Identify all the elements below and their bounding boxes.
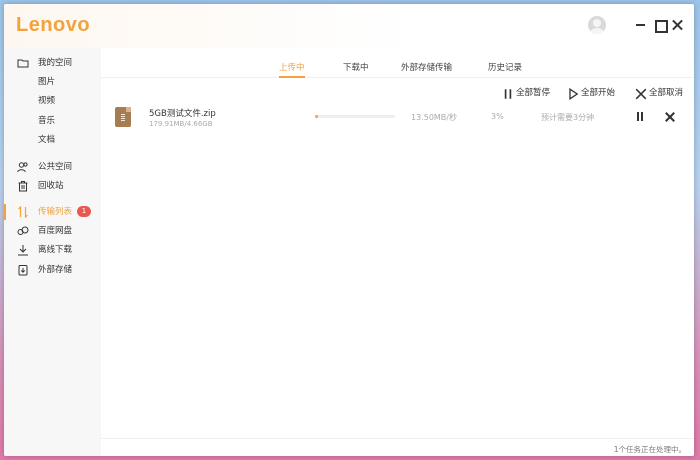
pause-transfer-button[interactable] xyxy=(634,111,646,123)
download-icon xyxy=(17,244,29,256)
start-all-button[interactable]: 全部开始 xyxy=(567,87,621,100)
users-icon xyxy=(17,161,29,173)
sidebar-item-music[interactable]: 音乐 xyxy=(4,112,101,130)
file-name: 5GB测试文件.zip xyxy=(149,109,216,119)
transfer-speed: 13.50MB/秒 xyxy=(411,113,457,122)
sidebar-item-videos[interactable]: 视频 xyxy=(4,92,101,110)
sidebar-item-label: 音乐 xyxy=(38,116,56,126)
sidebar-item-label: 视频 xyxy=(38,96,56,106)
status-divider xyxy=(101,438,694,439)
start-all-label: 全部开始 xyxy=(581,88,616,98)
trash-icon xyxy=(17,180,29,192)
sidebar-item-label: 离线下载 xyxy=(38,245,73,255)
transfer-row: 5GB测试文件.zip 179.91MB/4.66GB 13.50MB/秒 3%… xyxy=(101,102,694,134)
sidebar-item-label: 文档 xyxy=(38,135,56,145)
pause-all-button[interactable]: 全部暂停 xyxy=(502,87,554,99)
sidebar-item-offline-download[interactable]: 离线下载 xyxy=(4,241,101,259)
cloud-icon xyxy=(17,225,29,237)
active-indicator xyxy=(4,204,6,220)
sidebar-item-recycle-bin[interactable]: 回收站 xyxy=(4,177,101,195)
upload-progress-bar xyxy=(315,115,395,118)
sidebar-item-label: 公共空间 xyxy=(38,162,73,172)
close-icon xyxy=(635,88,647,100)
zip-file-icon xyxy=(115,107,131,127)
sidebar: 我的空间 图片 视频 音乐 文档 公共空间 回收站 传输列表 1 百度网盘 离线… xyxy=(4,48,101,456)
sidebar-item-label: 图片 xyxy=(38,77,56,87)
main-panel: 上传中 下载中 外部存储传输 历史记录 全部暂停 全部开始 全部取消 5GB测试 xyxy=(101,48,694,456)
transfer-count-badge: 1 xyxy=(77,206,91,217)
external-storage-icon xyxy=(17,264,29,276)
tab-history[interactable]: 历史记录 xyxy=(488,61,522,78)
close-icon[interactable] xyxy=(670,18,684,32)
lenovo-logo: Lenovo xyxy=(16,14,91,36)
tab-downloading[interactable]: 下载中 xyxy=(343,61,369,78)
sidebar-item-label: 传输列表 xyxy=(38,207,73,217)
transfer-percent: 3% xyxy=(491,112,504,121)
folder-icon xyxy=(17,57,29,69)
cancel-transfer-button[interactable] xyxy=(664,111,676,123)
cancel-all-button[interactable]: 全部取消 xyxy=(635,87,687,100)
minimize-icon[interactable] xyxy=(634,18,648,32)
title-bar: Lenovo xyxy=(4,4,694,48)
file-size: 179.91MB/4.66GB xyxy=(149,120,213,128)
cancel-all-label: 全部取消 xyxy=(649,88,684,98)
avatar[interactable] xyxy=(588,16,606,34)
transfer-tabs: 上传中 下载中 外部存储传输 历史记录 xyxy=(101,48,694,78)
transfer-icon xyxy=(17,206,29,218)
sidebar-item-transfer-list[interactable]: 传输列表 1 xyxy=(4,203,101,221)
upload-progress-fill xyxy=(315,115,319,118)
sidebar-item-public-space[interactable]: 公共空间 xyxy=(4,158,101,176)
tab-external-storage-transfer[interactable]: 外部存储传输 xyxy=(401,61,452,78)
play-icon xyxy=(567,88,579,100)
sidebar-item-pictures[interactable]: 图片 xyxy=(4,73,101,91)
sidebar-item-label: 回收站 xyxy=(38,181,64,191)
status-text: 1个任务正在处理中。 xyxy=(613,445,686,454)
sidebar-item-my-space[interactable]: 我的空间 xyxy=(4,54,101,72)
pause-all-label: 全部暂停 xyxy=(516,88,551,98)
sidebar-item-label: 我的空间 xyxy=(38,58,73,68)
sidebar-item-documents[interactable]: 文档 xyxy=(4,131,101,149)
sidebar-item-label: 百度网盘 xyxy=(38,226,73,236)
app-window: Lenovo 我的空间 图片 视频 音乐 文档 公共空间 回收站 传输列表 1 … xyxy=(4,4,694,456)
sidebar-item-baidu-netdisk[interactable]: 百度网盘 xyxy=(4,222,101,240)
sidebar-item-label: 外部存储 xyxy=(38,265,73,275)
pause-icon xyxy=(502,88,512,99)
sidebar-item-external-storage[interactable]: 外部存储 xyxy=(4,261,101,279)
maximize-icon[interactable] xyxy=(653,18,668,33)
tab-uploading[interactable]: 上传中 xyxy=(279,61,305,78)
transfer-eta: 预计需要3分钟 xyxy=(541,113,595,122)
